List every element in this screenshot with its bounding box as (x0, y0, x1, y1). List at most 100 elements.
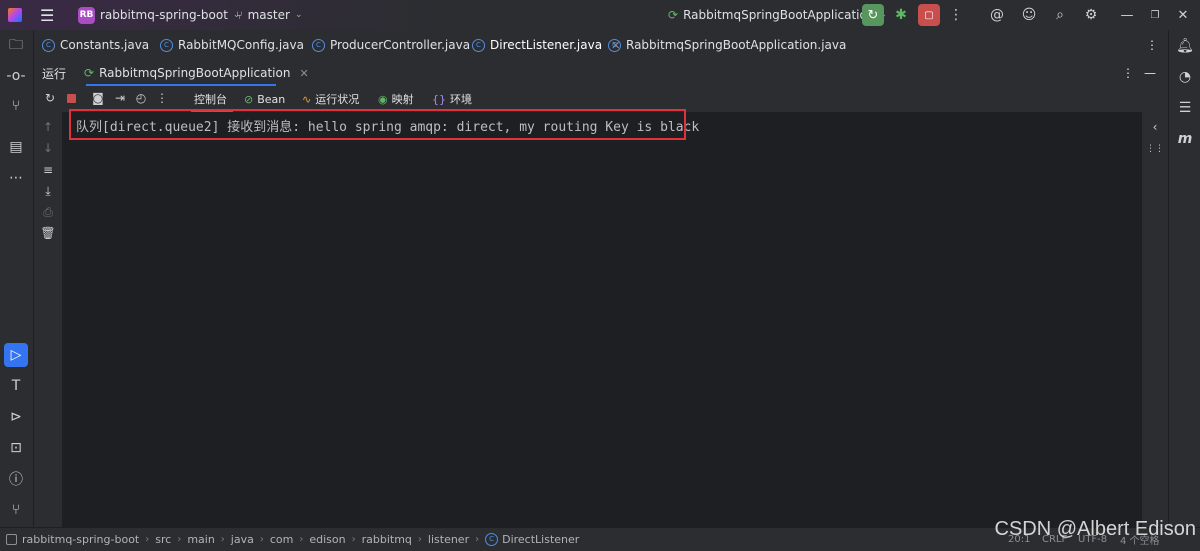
ai-assistant-button[interactable]: @ (986, 4, 1008, 26)
breadcrumb-item[interactable]: rabbitmq (362, 533, 412, 546)
pull-requests-tool-button[interactable]: ⑂ (4, 94, 28, 118)
breadcrumb-item[interactable]: com (270, 533, 294, 546)
database-button[interactable]: ☰ (1173, 96, 1197, 120)
tab-producercontroller-java[interactable]: C ProducerController.java (312, 30, 470, 60)
maven-button[interactable]: m (1173, 127, 1197, 151)
settings-button[interactable]: ⚙ (1080, 4, 1102, 26)
rerun-icon: ↻ (44, 91, 56, 105)
hamburger-icon: ☰ (40, 5, 55, 25)
chevron-left-icon: ‹ (1152, 120, 1158, 134)
structure-icon: ▤ (9, 139, 23, 155)
toolbar-more-button[interactable]: ⋮ (152, 88, 172, 108)
breadcrumb-item[interactable]: rabbitmq-spring-boot (22, 533, 139, 546)
breadcrumb-item[interactable]: DirectListener (502, 533, 579, 546)
gear-icon: ⚙ (1084, 7, 1098, 23)
arrow-up-icon: ↑ (42, 120, 54, 134)
tab-label: RabbitmqSpringBootApplication.java (626, 38, 847, 52)
project-tool-button[interactable]: 🗀 (4, 34, 28, 58)
minimize-icon: — (1144, 66, 1156, 80)
spiral-icon: @ (990, 7, 1004, 23)
tab-health-label: 运行状况 (315, 93, 360, 106)
project-selector[interactable]: RB rabbitmq-spring-boot ⌄ (78, 0, 240, 30)
chat-icon: ◔ (1178, 69, 1192, 85)
console-output[interactable] (62, 112, 1142, 527)
coverage-button[interactable]: ◴ (131, 88, 151, 108)
services-icon: ⊳ (10, 409, 22, 425)
maven-icon: m (1177, 131, 1193, 147)
more-tools-button[interactable]: ⋯ (4, 166, 28, 190)
terminal-tool-button[interactable]: ⊡ (4, 436, 28, 460)
ai-chat-button[interactable]: ◔ (1173, 65, 1197, 89)
rerun-button[interactable]: ↻ (862, 4, 884, 26)
tab-rabbitmqspringbootapplication-java[interactable]: C RabbitmqSpringBootApplication.java (608, 30, 846, 60)
search-button[interactable]: ⌕ (1049, 4, 1071, 26)
close-tab-icon[interactable]: ✕ (299, 67, 308, 80)
run-window-title: 运行 (42, 60, 66, 86)
breadcrumb-item[interactable]: listener (428, 533, 469, 546)
bug-icon: ✱ (895, 7, 907, 23)
more-actions-button[interactable]: ⋮ (945, 4, 967, 26)
close-window-button[interactable]: ✕ (1166, 0, 1200, 30)
breadcrumb-item[interactable]: edison (309, 533, 345, 546)
side-panel-label[interactable]: ⋮⋮ (1145, 138, 1165, 160)
tab-rabbitmqconfig-java[interactable]: C RabbitMQConfig.java (160, 30, 304, 60)
camera-icon: ◙ (92, 91, 104, 105)
breadcrumb-item[interactable]: java (231, 533, 254, 546)
screenshot-button[interactable]: ◙ (88, 88, 108, 108)
left-tool-strip: 🗀 -o- ⑂ ▤ ⋯ ▷ T ⊳ ⊡ ⓘ ⑂ (0, 30, 34, 527)
scroll-to-end-button[interactable]: ⤓ (38, 182, 58, 200)
java-class-icon: C (42, 38, 55, 52)
services-tool-button[interactable]: ⊳ (4, 405, 28, 429)
add-user-button[interactable]: ☺ (1018, 4, 1040, 26)
commit-tool-button[interactable]: -o- (4, 64, 28, 88)
clear-console-button[interactable]: 🗑︎ (38, 224, 58, 242)
run-config-selector[interactable]: ⟳ RabbitmqSpringBootApplication ⌄ (668, 0, 887, 30)
run-tool-button[interactable]: ▷ (4, 343, 28, 367)
module-icon (6, 534, 17, 545)
tabs-more-button[interactable]: ⋮ (1146, 30, 1158, 60)
run-icon: ▷ (10, 347, 22, 363)
structure-tool-button[interactable]: ▤ (4, 135, 28, 159)
intellij-logo-icon (8, 8, 22, 22)
branch-selector[interactable]: ⑂ master ⌄ (236, 0, 302, 30)
run-tab-rabbitmqspringbootapplication[interactable]: ⟳ RabbitmqSpringBootApplication ✕ (84, 60, 309, 86)
exit-icon: ⇥ (114, 91, 126, 105)
build-tool-button[interactable]: T (4, 374, 28, 398)
tab-directlistener-java[interactable]: C DirectListener.java ✕ (472, 30, 620, 60)
chevron-right-icon: › (417, 534, 422, 545)
rerun-button[interactable]: ↻ (40, 88, 60, 108)
console-right-strip: ‹ ⋮⋮ (1142, 112, 1168, 527)
wrap-icon: ≡ (42, 163, 54, 177)
breadcrumb-item[interactable]: src (155, 533, 171, 546)
run-window-header: 运行 ⟳ RabbitmqSpringBootApplication ✕ ⋮ — (34, 60, 1168, 86)
run-window-hide-button[interactable]: — (1144, 60, 1156, 86)
scroll-up-button[interactable]: ↑ (38, 118, 58, 136)
tab-bean-label: Bean (257, 92, 286, 106)
stop-button[interactable]: ▢ (918, 4, 940, 26)
stop-button[interactable] (61, 88, 81, 108)
braces-icon: {} (432, 92, 446, 106)
expand-side-panel-button[interactable]: ‹ (1145, 118, 1165, 136)
main-menu-button[interactable]: ☰ (40, 0, 54, 30)
restore-icon: ❐ (1150, 9, 1160, 21)
print-button[interactable]: ⎙ (38, 203, 58, 221)
scroll-down-button[interactable]: ↓ (38, 139, 58, 157)
soft-wrap-button[interactable]: ≡ (38, 161, 58, 179)
java-class-icon: C (472, 38, 485, 52)
problems-tool-button[interactable]: ⓘ (4, 467, 28, 491)
breadcrumb-item[interactable]: main (187, 533, 214, 546)
git-tool-button[interactable]: ⑂ (4, 498, 28, 522)
list-icon: ⋮⋮ (1146, 144, 1164, 154)
debug-button[interactable]: ✱ (890, 4, 912, 26)
stop-icon (66, 93, 76, 103)
app-logo[interactable] (8, 0, 22, 30)
chevron-right-icon: › (299, 534, 304, 545)
gauge-icon: ◴ (135, 91, 147, 105)
tab-label: RabbitMQConfig.java (178, 38, 304, 52)
exit-button[interactable]: ⇥ (110, 88, 130, 108)
notifications-button[interactable]: 🔔︎ (1173, 34, 1197, 58)
tab-constants-java[interactable]: C Constants.java (42, 30, 149, 60)
title-bar: ☰ RB rabbitmq-spring-boot ⌄ ⑂ master ⌄ ⟳… (0, 0, 1200, 30)
run-window-options-button[interactable]: ⋮ (1122, 60, 1134, 86)
bean-icon: ⊘ (244, 92, 254, 106)
